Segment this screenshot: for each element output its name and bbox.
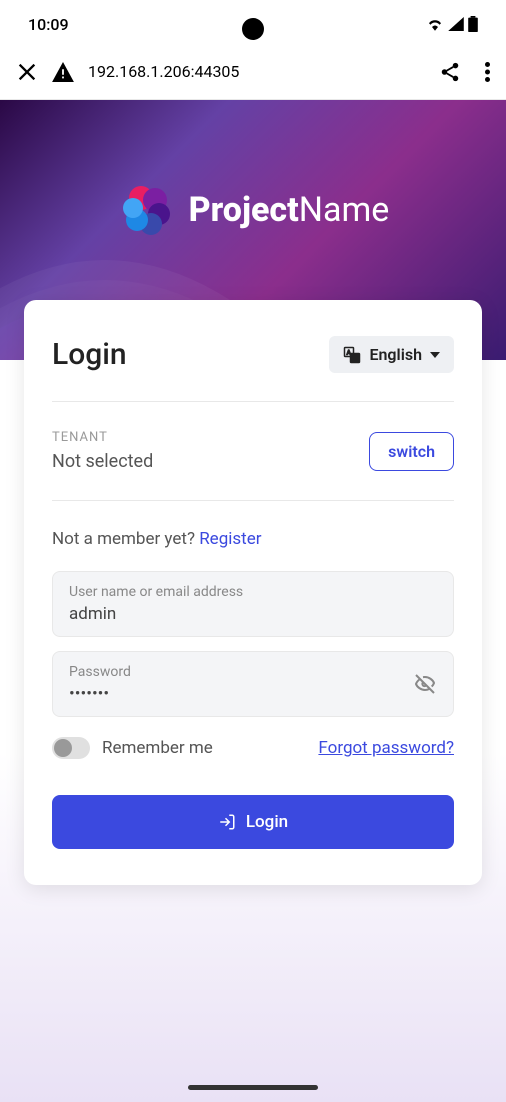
camera-notch [242,18,264,40]
divider [52,500,454,501]
eye-off-icon[interactable] [413,672,437,696]
status-icons [426,16,478,32]
password-value: ••••••• [69,684,413,704]
remember-toggle-group: Remember me [52,737,213,759]
menu-dots-icon[interactable] [485,62,490,82]
password-field[interactable]: Password ••••••• [52,651,454,717]
url-text[interactable]: 192.168.1.206:44305 [88,62,425,81]
toggle-knob [54,739,72,757]
logo-text: ProjectName [189,190,390,230]
logo-container: ProjectName [117,180,390,240]
wifi-icon [426,17,444,31]
warning-icon [52,62,74,82]
browser-bar: 192.168.1.206:44305 [0,44,506,100]
logo-bold: Project [189,190,299,230]
register-link[interactable]: Register [199,529,261,549]
register-row: Not a member yet? Register [52,529,454,549]
switch-tenant-button[interactable]: switch [369,432,454,471]
logo-light: Name [299,190,390,230]
tenant-info: TENANT Not selected [52,430,153,472]
language-selector[interactable]: A English [329,336,454,373]
chevron-down-icon [430,352,440,358]
username-label: User name or email address [69,584,437,600]
password-label: Password [69,664,413,680]
signal-icon [448,17,464,31]
login-button[interactable]: Login [52,795,454,849]
status-time: 10:09 [28,15,69,34]
page-title: Login [52,337,127,372]
remember-label: Remember me [102,738,213,758]
tenant-row: TENANT Not selected switch [52,430,454,472]
language-label: English [369,345,422,364]
login-header: Login A English [52,336,454,373]
username-value: admin [69,604,437,624]
login-icon [218,813,236,831]
logo-icon [117,180,177,240]
tenant-label: TENANT [52,430,153,445]
username-field[interactable]: User name or email address admin [52,571,454,637]
remember-row: Remember me Forgot password? [52,737,454,759]
svg-text:A: A [347,349,351,356]
forgot-password-link[interactable]: Forgot password? [318,738,454,758]
translate-icon: A [343,346,361,364]
tenant-value: Not selected [52,451,153,472]
battery-icon [468,16,478,32]
divider [52,401,454,402]
login-card: Login A English TENANT Not selected swit… [24,300,482,885]
status-bar: 10:09 [0,0,506,44]
remember-toggle[interactable] [52,737,90,759]
home-indicator[interactable] [188,1085,318,1090]
close-icon[interactable] [16,61,38,83]
not-member-text: Not a member yet? [52,529,199,549]
login-button-label: Login [246,812,288,832]
share-icon[interactable] [439,61,461,83]
